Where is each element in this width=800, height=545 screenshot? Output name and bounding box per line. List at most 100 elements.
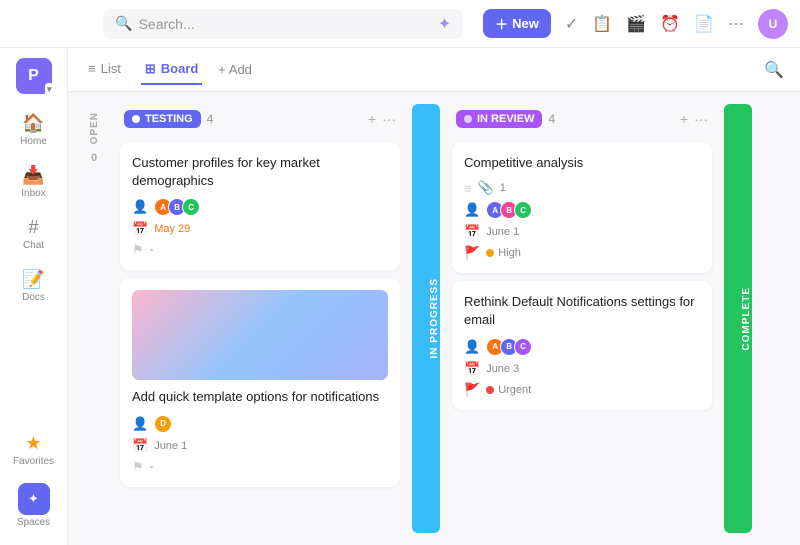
sidebar-item-home[interactable]: 🏠 Home [6,106,62,154]
check-icon[interactable]: ✓ [565,14,578,34]
video-icon[interactable]: 🎬 [626,14,646,34]
workspace-logo[interactable]: P ▾ [16,58,52,94]
add-view-label: + Add [218,62,252,77]
sidebar-home-label: Home [20,136,47,147]
calendar-icon: 📅 [464,224,480,240]
magic-icon: ✦ [438,14,451,34]
card-competitive-analysis[interactable]: Competitive analysis ≡ 📎 1 👤 A B [452,142,712,273]
testing-label: TESTING [145,113,193,125]
sidebar-item-inbox[interactable]: 📥 Inbox [6,158,62,206]
alarm-icon[interactable]: ⏰ [660,14,680,34]
card-date: June 1 [486,226,519,238]
sidebar-item-favorites[interactable]: ★ Favorites [6,426,62,474]
card-date-row: 📅 May 29 [132,221,388,237]
complete-strip: COMPLETE [724,104,752,533]
card-title: Customer profiles for key market demogra… [132,154,388,190]
add-card-icon[interactable]: + [368,111,376,127]
menu-icon: ≡ [464,181,472,196]
sidebar-item-docs[interactable]: 📝 Docs [6,262,62,310]
person-icon: 👤 [132,199,148,215]
sidebar-docs-label: Docs [22,292,45,303]
testing-badge: TESTING [124,110,201,128]
tab-list[interactable]: ≡ List [84,55,125,84]
card-assignees-row: 👤 A B C [464,338,700,356]
sidebar: P ▾ 🏠 Home 📥 Inbox # Chat 📝 Docs ★ Favor… [0,48,68,545]
grid-icon[interactable]: ⋯ [728,14,744,34]
search-placeholder: Search... [139,16,432,32]
card-date-row: 📅 June 3 [464,361,700,377]
card-meta: 👤 D 📅 June 1 ⚑ - [132,415,388,475]
topbar: 🔍 Search... ✦ ＋ New ✓ 📋 🎬 ⏰ 📄 ⋯ U [0,0,800,48]
flag-icon: 🚩 [464,245,480,261]
new-button[interactable]: ＋ New [483,9,551,38]
in-progress-strip: IN PROGRESS [412,104,440,533]
card-customer-profiles[interactable]: Customer profiles for key market demogra… [120,142,400,270]
complete-label: COMPLETE [741,287,752,351]
inbox-icon: 📥 [22,165,44,186]
avatar: C [514,201,532,219]
avatar: D [154,415,172,433]
sidebar-favorites-label: Favorites [13,456,54,467]
in-review-dot [464,115,472,123]
card-date: May 29 [154,223,190,235]
calendar-icon: 📅 [132,438,148,454]
sidebar-inbox-label: Inbox [21,188,45,199]
card-default-notifications[interactable]: Rethink Default Notifications settings f… [452,281,712,409]
avatar-group: A B C [486,201,532,219]
content-area: ≡ List ⊞ Board + Add 🔍 OPEN 0 [68,48,800,545]
user-avatar[interactable]: U [758,9,788,39]
testing-dot [132,115,140,123]
card-priority-row: ⚑ - [132,242,388,258]
main-layout: P ▾ 🏠 Home 📥 Inbox # Chat 📝 Docs ★ Favor… [0,48,800,545]
card-template-notifications[interactable]: Add quick template options for notificat… [120,278,400,486]
in-review-col-actions[interactable]: + ··· [680,111,708,127]
more-icon[interactable]: ··· [694,111,708,127]
sidebar-item-spaces[interactable]: ✦ Spaces [6,476,62,535]
sidebar-spaces-section: ★ Favorites ✦ Spaces [6,426,62,535]
in-review-label: IN REVIEW [477,113,534,125]
person-icon: 👤 [464,202,480,218]
flag-icon: 🚩 [464,382,480,398]
card-priority: - [150,461,154,473]
priority-label: Urgent [498,384,531,396]
tab-board[interactable]: ⊞ Board [141,55,202,85]
doc-icon[interactable]: 📋 [592,14,612,34]
search-box[interactable]: 🔍 Search... ✦ [103,9,463,39]
in-review-column: IN REVIEW 4 + ··· Competitive analysis ≡… [452,104,712,533]
open-column: OPEN 0 [80,104,108,533]
flag-icon: ⚑ [132,242,144,258]
list-icon: ≡ [88,61,96,76]
sidebar-chat-label: Chat [23,240,44,251]
list-tab-label: List [101,61,121,76]
more-icon[interactable]: ··· [382,111,396,127]
board-area: OPEN 0 TESTING 4 + ··· [68,92,800,545]
flag-icon: ⚑ [132,459,144,475]
card-priority-row: 🚩 Urgent [464,382,700,398]
attachment-icon: 📎 [478,180,494,196]
card-date: June 1 [154,440,187,452]
priority-dot [486,249,494,257]
add-view-button[interactable]: + Add [218,62,252,77]
card-assignees-row: 👤 A B C [132,198,388,216]
calendar-icon: 📅 [132,221,148,237]
card-priority-row: ⚑ - [132,459,388,475]
chevron-down-icon: ▾ [45,83,54,96]
avatar-group: A B C [486,338,532,356]
avatar-group: A B C [154,198,200,216]
in-review-count: 4 [548,112,555,126]
priority-label: High [498,247,521,259]
sidebar-spaces-label: Spaces [17,517,50,528]
testing-col-actions[interactable]: + ··· [368,111,396,127]
person-icon: 👤 [464,339,480,355]
calendar-icon: 📅 [464,361,480,377]
docs-icon: 📝 [22,269,44,290]
board-icon: ⊞ [145,61,156,77]
favorites-icon: ★ [25,433,41,454]
priority-tag: Urgent [486,384,531,396]
search-subheader-icon[interactable]: 🔍 [764,60,784,80]
card-priority: - [150,244,154,256]
file-icon[interactable]: 📄 [694,14,714,34]
chat-icon: # [28,217,38,238]
add-card-icon[interactable]: + [680,111,688,127]
sidebar-item-chat[interactable]: # Chat [6,210,62,258]
